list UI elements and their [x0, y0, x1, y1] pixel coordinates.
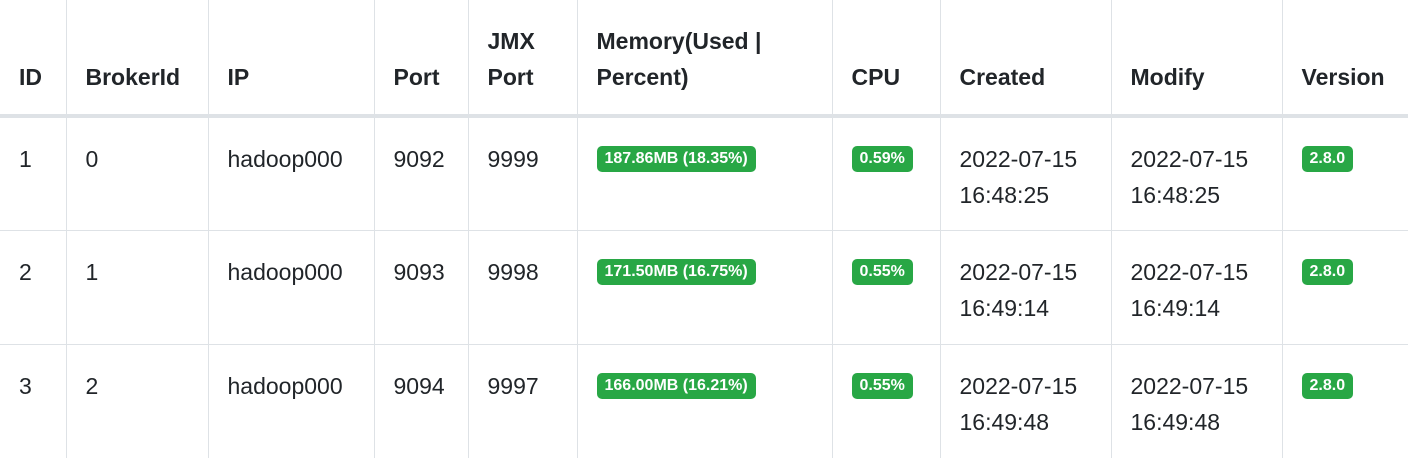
- version-badge: 2.8.0: [1301, 372, 1354, 399]
- header-created: Created: [939, 0, 1112, 118]
- cell-memory: 187.86MB (18.35%): [576, 115, 833, 231]
- cell-created: 2022-07-15 16:49:14: [939, 229, 1112, 345]
- cell-jmx-port: 9997: [467, 343, 578, 458]
- header-version: Version: [1281, 0, 1408, 118]
- cell-id: 3: [0, 343, 67, 458]
- cell-created: 2022-07-15 16:49:48: [939, 343, 1112, 458]
- memory-badge: 166.00MB (16.21%): [596, 372, 756, 399]
- header-modify: Modify: [1110, 0, 1283, 118]
- cell-cpu: 0.55%: [831, 229, 941, 345]
- cell-version: 2.8.0: [1281, 115, 1408, 231]
- memory-badge: 171.50MB (16.75%): [596, 258, 756, 285]
- cell-id: 1: [0, 115, 67, 231]
- header-broker-id: BrokerId: [65, 0, 209, 118]
- table-row: 2 1 hadoop000 9093 9998 171.50MB (16.75%…: [0, 229, 1408, 345]
- cell-broker-id: 0: [65, 115, 209, 231]
- cell-jmx-port: 9998: [467, 229, 578, 345]
- version-badge: 2.8.0: [1301, 258, 1354, 285]
- header-id: ID: [0, 0, 67, 118]
- header-memory: Memory(Used | Percent): [576, 0, 833, 118]
- cell-cpu: 0.55%: [831, 343, 941, 458]
- header-ip: IP: [207, 0, 375, 118]
- table-row: 3 2 hadoop000 9094 9997 166.00MB (16.21%…: [0, 343, 1408, 458]
- cell-memory: 166.00MB (16.21%): [576, 343, 833, 458]
- header-port: Port: [373, 0, 469, 118]
- header-jmx-port: JMX Port: [467, 0, 578, 118]
- cell-memory: 171.50MB (16.75%): [576, 229, 833, 345]
- table-header-row: ID BrokerId IP Port JMX Port Memory(Used…: [0, 0, 1408, 118]
- cpu-badge: 0.59%: [851, 146, 913, 172]
- cell-created: 2022-07-15 16:48:25: [939, 115, 1112, 231]
- memory-badge: 187.86MB (18.35%): [596, 146, 756, 172]
- cell-cpu: 0.59%: [831, 115, 941, 231]
- cell-ip: hadoop000: [207, 115, 375, 231]
- cell-broker-id: 2: [65, 343, 209, 458]
- cell-modify: 2022-07-15 16:49:14: [1110, 229, 1283, 345]
- cell-port: 9092: [373, 115, 469, 231]
- header-cpu: CPU: [831, 0, 941, 118]
- cell-port: 9093: [373, 229, 469, 345]
- cell-modify: 2022-07-15 16:48:25: [1110, 115, 1283, 231]
- broker-table: ID BrokerId IP Port JMX Port Memory(Used…: [0, 0, 1408, 458]
- version-badge: 2.8.0: [1301, 146, 1354, 172]
- cell-version: 2.8.0: [1281, 229, 1408, 345]
- cell-modify: 2022-07-15 16:49:48: [1110, 343, 1283, 458]
- cell-ip: hadoop000: [207, 229, 375, 345]
- cell-ip: hadoop000: [207, 343, 375, 458]
- cell-broker-id: 1: [65, 229, 209, 345]
- cpu-badge: 0.55%: [851, 258, 913, 285]
- cell-port: 9094: [373, 343, 469, 458]
- cell-version: 2.8.0: [1281, 343, 1408, 458]
- cell-id: 2: [0, 229, 67, 345]
- table-row: 1 0 hadoop000 9092 9999 187.86MB (18.35%…: [0, 115, 1408, 231]
- cpu-badge: 0.55%: [851, 372, 913, 399]
- cell-jmx-port: 9999: [467, 115, 578, 231]
